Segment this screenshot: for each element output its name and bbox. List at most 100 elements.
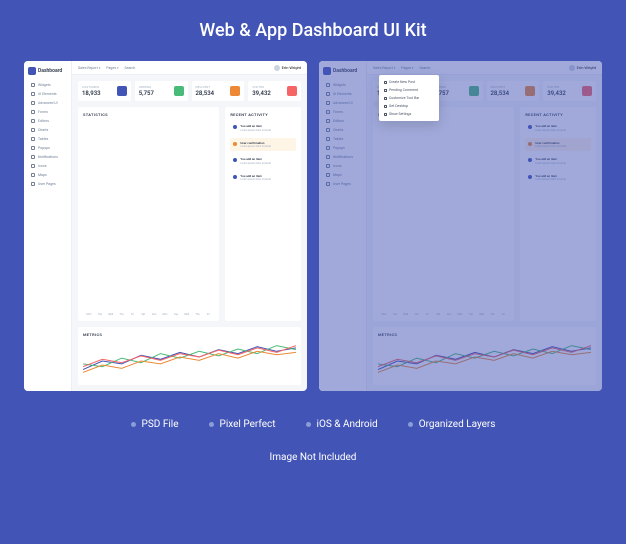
bar-label: Thu xyxy=(119,313,123,316)
sidebar-item[interactable]: Tables xyxy=(323,135,362,143)
sidebar-item[interactable]: UI Elements xyxy=(323,90,362,98)
sidebar-item[interactable]: UI Elements xyxy=(28,90,67,98)
topbar-pages[interactable]: Pages▾ xyxy=(106,66,118,70)
topbar-pages[interactable]: Pages▾ xyxy=(401,66,413,70)
nav-icon xyxy=(326,173,330,177)
card-icon xyxy=(582,86,592,96)
feature-item: iOS & Android xyxy=(306,419,378,430)
sidebar-item[interactable]: Icons xyxy=(28,162,67,170)
sidebar-item[interactable]: Popups xyxy=(323,144,362,152)
bar-group: Thu xyxy=(118,312,126,316)
nav-list: Widgets UI ElementsAdvanced UIFormsEditor… xyxy=(28,81,67,189)
activity-item[interactable]: You add an itemLorem ipsum dolor sit ame… xyxy=(230,171,296,185)
card-value: 28,534 xyxy=(196,90,215,97)
card-value: 28,534 xyxy=(491,90,510,97)
nav-label: Advanced UI xyxy=(333,101,353,105)
nav-icon xyxy=(31,173,35,177)
bar-group: Mon xyxy=(456,312,464,316)
logo[interactable]: Dashboard xyxy=(323,67,362,75)
bar-label: Thu xyxy=(195,313,199,316)
activity-item[interactable]: You add an itemLorem ipsum dolor sit ame… xyxy=(230,154,296,168)
dropdown-item[interactable]: Show Settings xyxy=(379,110,439,118)
nav-label: Notifications xyxy=(333,155,353,159)
nav-label: Widgets xyxy=(38,83,51,87)
activity-dot-icon xyxy=(528,158,532,162)
sidebar-item[interactable]: Maps xyxy=(323,171,362,179)
panels-row: STATISTICS MonTueWedThuFriSatSunMonTueWe… xyxy=(373,107,596,321)
activity-item[interactable]: User confirmationLorem ipsum dolor sit a… xyxy=(230,138,296,152)
activity-item[interactable]: You add an itemLorem ipsum dolor sit ame… xyxy=(525,154,591,168)
user-name: Erin Wright xyxy=(282,65,301,70)
stat-card[interactable]: VISITED39,432 xyxy=(543,81,596,101)
stat-card[interactable]: ORDERS5,757 xyxy=(135,81,188,101)
stat-card[interactable]: DELIVERY28,534 xyxy=(487,81,540,101)
dropdown-item[interactable]: Create New Post xyxy=(379,78,439,86)
nav-icon xyxy=(31,146,35,150)
sidebar-item[interactable]: User Pages xyxy=(323,180,362,188)
sidebar-item[interactable]: Charts xyxy=(323,126,362,134)
sidebar-item[interactable]: Forms xyxy=(28,108,67,116)
nav-label: Icons xyxy=(38,164,47,168)
dashboard-screen-dropdown: Dashboard WidgetsUI Elements Advanced UI F… xyxy=(319,61,602,391)
bar-label: Thu xyxy=(414,313,418,316)
user-menu[interactable]: Erin Wright xyxy=(569,65,596,71)
sidebar-item[interactable]: Charts xyxy=(28,126,67,134)
sidebar-item[interactable]: Editors xyxy=(323,117,362,125)
search-input[interactable]: Search xyxy=(125,66,268,70)
activity-item[interactable]: You add an itemLorem ipsum dolor sit ame… xyxy=(525,171,591,185)
user-menu[interactable]: Erin Wright xyxy=(274,65,301,71)
nav-icon xyxy=(31,92,35,96)
sidebar-item[interactable]: Tables xyxy=(28,135,67,143)
search-input[interactable]: Search xyxy=(420,66,563,70)
sidebar-item[interactable]: Notifications xyxy=(323,153,362,161)
activity-desc: Lorem ipsum dolor sit amet xyxy=(535,162,566,165)
sidebar-item[interactable]: Notifications xyxy=(28,153,67,161)
panels-row: STATISTICS MonTueWedThuFriSatSunMonTueWe… xyxy=(78,107,301,321)
screens-container: Dashboard WidgetsUI ElementsAdvanced UIF… xyxy=(4,61,622,391)
activity-item[interactable]: You add an itemLorem ipsum dolor sit ame… xyxy=(230,121,296,135)
bar-group: Sat xyxy=(434,312,442,316)
sidebar-item[interactable]: Popups xyxy=(28,144,67,152)
bar-label: Thu xyxy=(490,313,494,316)
bar-label: Fri xyxy=(131,313,134,316)
card-icon xyxy=(469,86,479,96)
bar-label: Mon xyxy=(457,313,462,316)
sidebar-item[interactable]: Widgets xyxy=(323,81,362,89)
bar-group: Fri xyxy=(423,312,431,316)
nav-icon xyxy=(326,164,330,168)
sidebar-item[interactable]: Maps xyxy=(28,171,67,179)
bar-group: Wed xyxy=(402,312,410,316)
sidebar-item[interactable]: Advanced UI xyxy=(323,99,362,107)
bar-group: Wed xyxy=(478,312,486,316)
stat-card[interactable]: VISITED39,432 xyxy=(248,81,301,101)
sidebar-item[interactable]: User Pages xyxy=(28,180,67,188)
activity-item[interactable]: You add an itemLorem ipsum dolor sit ame… xyxy=(525,121,591,135)
sidebar-item[interactable]: Editors xyxy=(28,117,67,125)
logo[interactable]: Dashboard xyxy=(28,67,67,75)
nav-label: Maps xyxy=(333,173,342,177)
activity-title: User confirmation xyxy=(535,141,566,145)
card-icon xyxy=(230,86,240,96)
nav-label: Charts xyxy=(38,128,48,132)
nav-icon xyxy=(326,110,330,114)
bar-label: Wed xyxy=(479,313,484,316)
topbar-sales-report[interactable]: Sales Report▾ xyxy=(373,66,395,70)
activity-dot-icon xyxy=(233,175,237,179)
topbar-sales-report[interactable]: Sales Report▾ xyxy=(78,66,100,70)
dropdown-icon xyxy=(384,97,387,100)
sidebar-item[interactable]: Forms xyxy=(323,108,362,116)
sidebar-item[interactable]: Advanced UI xyxy=(28,99,67,107)
nav-label: Notifications xyxy=(38,155,58,159)
sidebar-item[interactable]: Icons xyxy=(323,162,362,170)
sidebar-item[interactable]: Widgets xyxy=(28,81,67,89)
dropdown-menu: Create New PostPending CommentCustomize … xyxy=(379,75,439,121)
dropdown-item[interactable]: Pending Comment xyxy=(379,86,439,94)
stat-card[interactable]: DELIVERY28,534 xyxy=(192,81,245,101)
bar-group: Fri xyxy=(128,312,136,316)
features-list: PSD FilePixel PerfectiOS & AndroidOrgani… xyxy=(131,419,496,430)
activity-item[interactable]: User confirmationLorem ipsum dolor sit a… xyxy=(525,138,591,152)
dropdown-item[interactable]: Customize Tool Bar xyxy=(379,94,439,102)
stat-card[interactable]: CUSTOMER18,933 xyxy=(78,81,131,101)
dropdown-item[interactable]: Get Desktop xyxy=(379,102,439,110)
bar-group: Thu xyxy=(413,312,421,316)
